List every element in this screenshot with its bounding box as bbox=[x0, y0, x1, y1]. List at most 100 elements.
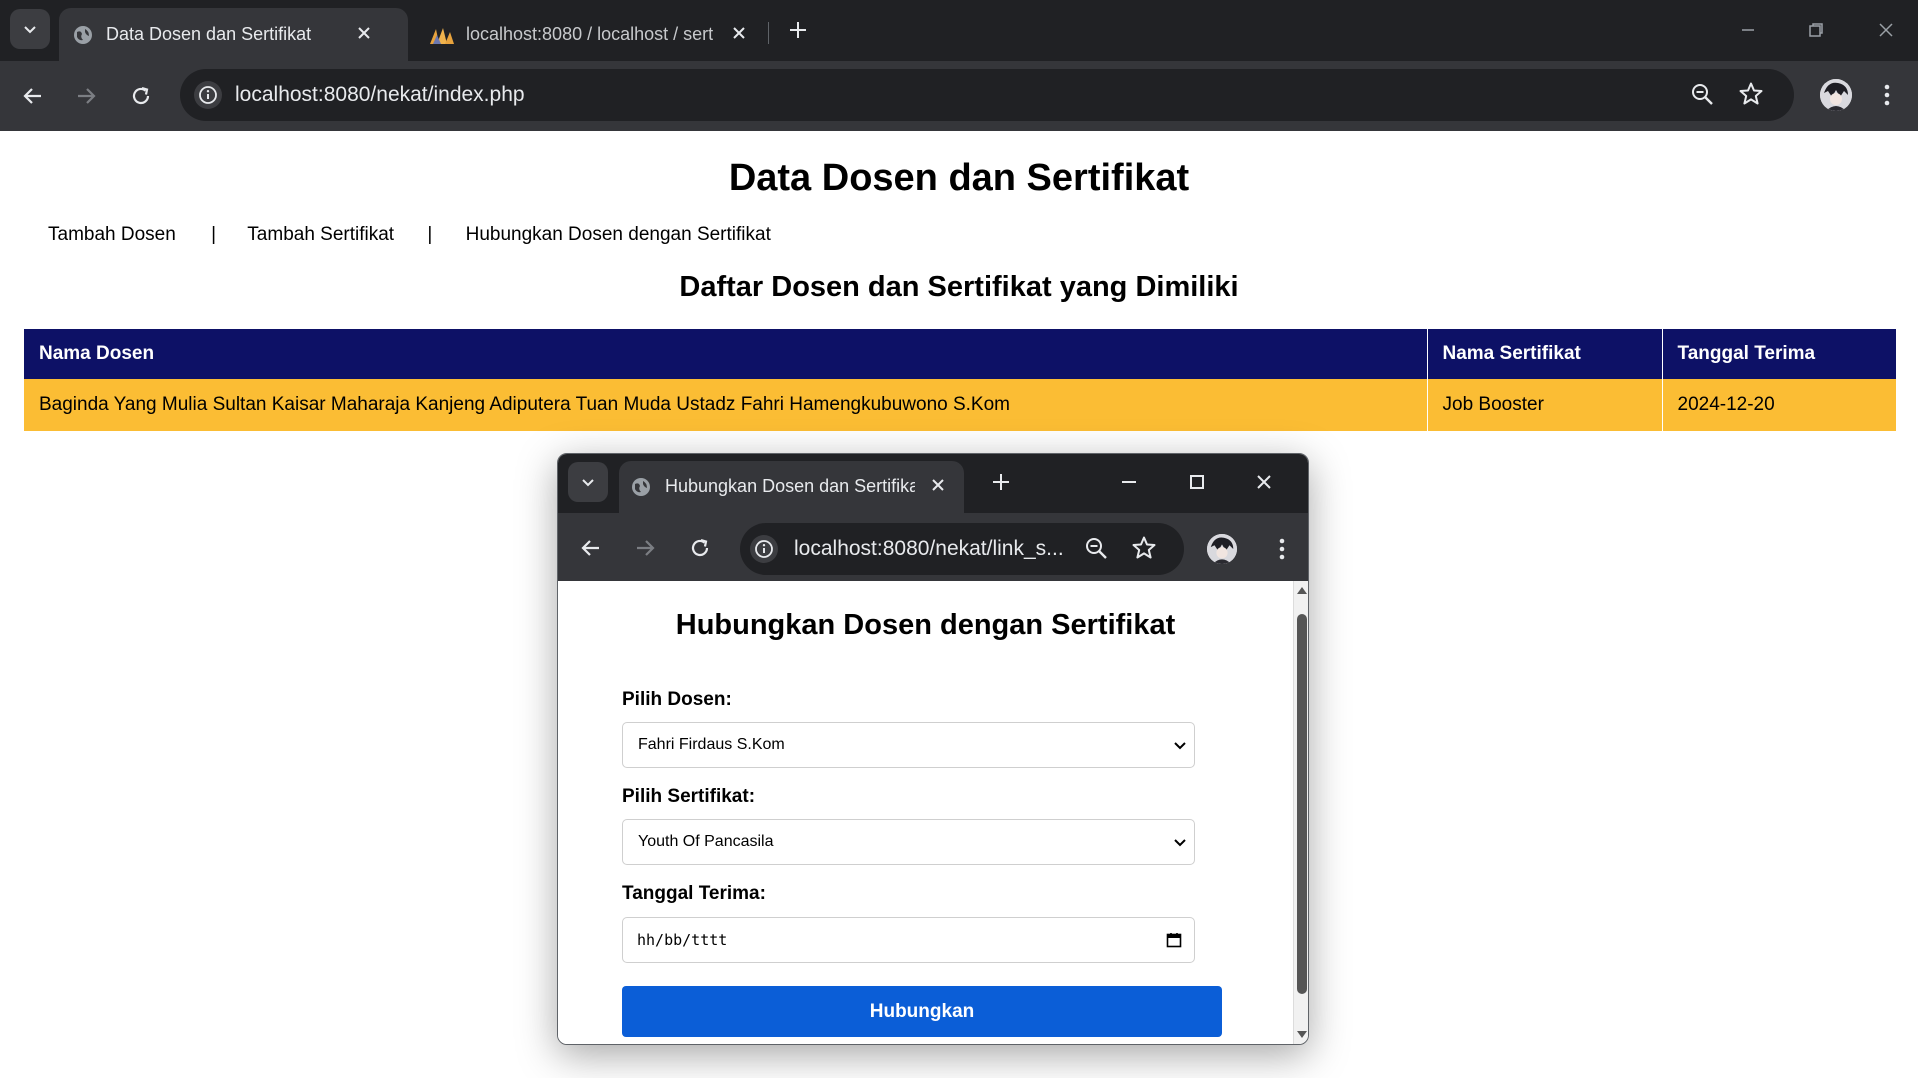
site-info-button[interactable] bbox=[194, 81, 222, 109]
info-icon bbox=[755, 540, 773, 558]
restore-button[interactable] bbox=[1788, 8, 1844, 52]
nav-separator: | bbox=[211, 224, 217, 245]
reload-button[interactable] bbox=[121, 76, 161, 116]
tab-title: Data Dosen dan Sertifikat bbox=[106, 24, 312, 44]
popup-page-content: Hubungkan Dosen dengan Sertifikat Pilih … bbox=[558, 581, 1293, 1044]
popup-tab[interactable]: Hubungkan Dosen dan Sertifika bbox=[619, 461, 964, 513]
dosen-select[interactable]: Fahri Firdaus S.Kom bbox=[622, 722, 1195, 768]
tab-close-button[interactable] bbox=[727, 21, 751, 45]
zoom-out-icon bbox=[1692, 84, 1713, 105]
hubungkan-button[interactable]: Hubungkan bbox=[622, 986, 1222, 1037]
close-icon bbox=[358, 27, 370, 39]
tab-close-button[interactable] bbox=[352, 21, 376, 45]
tab-search-button[interactable] bbox=[10, 9, 50, 49]
scroll-down-icon bbox=[1297, 1031, 1307, 1038]
back-button[interactable] bbox=[13, 76, 53, 116]
nav-link-tambah-sertifikat[interactable]: Tambah Sertifikat bbox=[247, 224, 394, 246]
window-close-button[interactable] bbox=[1858, 8, 1914, 52]
tab-title: localhost:8080 / localhost / sert bbox=[466, 24, 714, 44]
star-icon bbox=[1132, 536, 1156, 559]
more-vertical-icon bbox=[1279, 538, 1285, 560]
new-tab-button[interactable] bbox=[782, 14, 814, 46]
close-icon bbox=[1879, 23, 1893, 37]
profile-avatar[interactable] bbox=[1820, 79, 1852, 111]
popup-site-info-button[interactable] bbox=[750, 535, 778, 563]
page-title: Data Dosen dan Sertifikat bbox=[728, 157, 1190, 199]
tab-phpmyadmin[interactable]: localhost:8080 / localhost / sert bbox=[415, 8, 760, 61]
table-row: Baginda Yang Mulia Sultan Kaisar Maharaj… bbox=[24, 379, 1896, 431]
popup-scrollbar[interactable] bbox=[1293, 581, 1308, 1044]
forward-button[interactable] bbox=[66, 76, 106, 116]
close-icon bbox=[1257, 475, 1271, 489]
star-icon bbox=[1739, 82, 1763, 105]
avatar-icon bbox=[1820, 79, 1852, 111]
globe-icon bbox=[74, 26, 92, 44]
dosen-sertifikat-table: Nama Dosen Nama Sertifikat Tanggal Terim… bbox=[24, 329, 1896, 431]
cell-nama-dosen: Baginda Yang Mulia Sultan Kaisar Maharaj… bbox=[24, 379, 1428, 431]
column-header-tanggal-terima: Tanggal Terima bbox=[1662, 329, 1896, 379]
avatar-icon bbox=[1207, 534, 1237, 564]
popup-profile-avatar[interactable] bbox=[1207, 534, 1237, 564]
popup-window[interactable]: Hubungkan Dosen dan Sertifika localhost:… bbox=[557, 453, 1309, 1045]
phpmyadmin-icon bbox=[430, 28, 454, 44]
tab-data-dosen[interactable]: Data Dosen dan Sertifikat bbox=[59, 8, 408, 61]
chevron-down-icon bbox=[24, 26, 36, 34]
sertifikat-select-value: Youth Of Pancasila bbox=[638, 833, 774, 850]
popup-bookmark-button[interactable] bbox=[1131, 535, 1157, 561]
nav-link-hubungkan[interactable]: Hubungkan Dosen dengan Sertifikat bbox=[466, 224, 771, 246]
popup-menu-button[interactable] bbox=[1274, 536, 1290, 562]
chevron-down-icon bbox=[1174, 839, 1186, 847]
arrow-left-icon bbox=[23, 88, 41, 104]
nav-separator: | bbox=[427, 224, 433, 245]
popup-reload-button[interactable] bbox=[680, 528, 720, 568]
table-header-row: Nama Dosen Nama Sertifikat Tanggal Terim… bbox=[24, 329, 1896, 379]
pilih-sertifikat-label: Pilih Sertifikat: bbox=[622, 786, 756, 807]
arrow-left-icon bbox=[581, 540, 599, 556]
minimize-icon bbox=[1742, 29, 1754, 31]
info-icon bbox=[199, 86, 217, 104]
cell-nama-sertifikat: Job Booster bbox=[1427, 379, 1663, 431]
url-text: localhost:8080/nekat/index.php bbox=[235, 83, 525, 106]
column-header-nama-dosen: Nama Dosen bbox=[24, 329, 1428, 379]
tanggal-terima-input[interactable]: hh/bb/tttt bbox=[622, 917, 1195, 963]
more-vertical-icon bbox=[1884, 84, 1890, 106]
popup-tab-close-button[interactable] bbox=[926, 473, 950, 497]
chevron-down-icon bbox=[582, 479, 594, 487]
popup-minimize-button[interactable] bbox=[1107, 462, 1151, 502]
popup-new-tab-button[interactable] bbox=[985, 466, 1017, 498]
popup-address-bar[interactable]: localhost:8080/nekat/link_s... bbox=[740, 523, 1184, 575]
sertifikat-select[interactable]: Youth Of Pancasila bbox=[622, 819, 1195, 865]
popup-back-button[interactable] bbox=[571, 528, 611, 568]
dosen-select-value: Fahri Firdaus S.Kom bbox=[638, 736, 785, 753]
browser-menu-button[interactable] bbox=[1877, 82, 1897, 108]
chevron-down-icon bbox=[1174, 742, 1186, 750]
popup-tab-bar: Hubungkan Dosen dan Sertifika bbox=[558, 454, 1308, 513]
plus-icon bbox=[790, 22, 806, 38]
restore-icon bbox=[1809, 23, 1823, 37]
nav-link-tambah-dosen[interactable]: Tambah Dosen bbox=[48, 224, 176, 246]
address-bar[interactable]: localhost:8080/nekat/index.php bbox=[180, 69, 1794, 121]
reload-icon bbox=[691, 538, 709, 557]
scrollbar-thumb[interactable] bbox=[1297, 614, 1307, 994]
date-placeholder: hh/bb/tttt bbox=[637, 931, 728, 949]
plus-icon bbox=[993, 474, 1009, 490]
reload-icon bbox=[132, 86, 150, 105]
popup-forward-button[interactable] bbox=[625, 528, 665, 568]
browser-tab-bar: Data Dosen dan Sertifikat localhost:8080… bbox=[0, 0, 1918, 61]
zoom-out-icon bbox=[1086, 538, 1107, 559]
column-header-nama-sertifikat: Nama Sertifikat bbox=[1427, 329, 1663, 379]
cell-tanggal-terima: 2024-12-20 bbox=[1662, 379, 1896, 431]
minimize-icon bbox=[1122, 481, 1136, 483]
bookmark-button[interactable] bbox=[1738, 81, 1764, 107]
minimize-button[interactable] bbox=[1720, 8, 1776, 52]
arrow-right-icon bbox=[637, 540, 655, 556]
pilih-dosen-label: Pilih Dosen: bbox=[622, 689, 732, 710]
close-icon bbox=[733, 27, 745, 39]
calendar-icon bbox=[1166, 933, 1182, 948]
maximize-icon bbox=[1190, 475, 1204, 489]
popup-tab-search-button[interactable] bbox=[568, 462, 608, 502]
popup-zoom-button[interactable] bbox=[1084, 536, 1110, 562]
popup-maximize-button[interactable] bbox=[1175, 462, 1219, 502]
popup-close-button[interactable] bbox=[1242, 462, 1286, 502]
zoom-button[interactable] bbox=[1690, 82, 1716, 108]
